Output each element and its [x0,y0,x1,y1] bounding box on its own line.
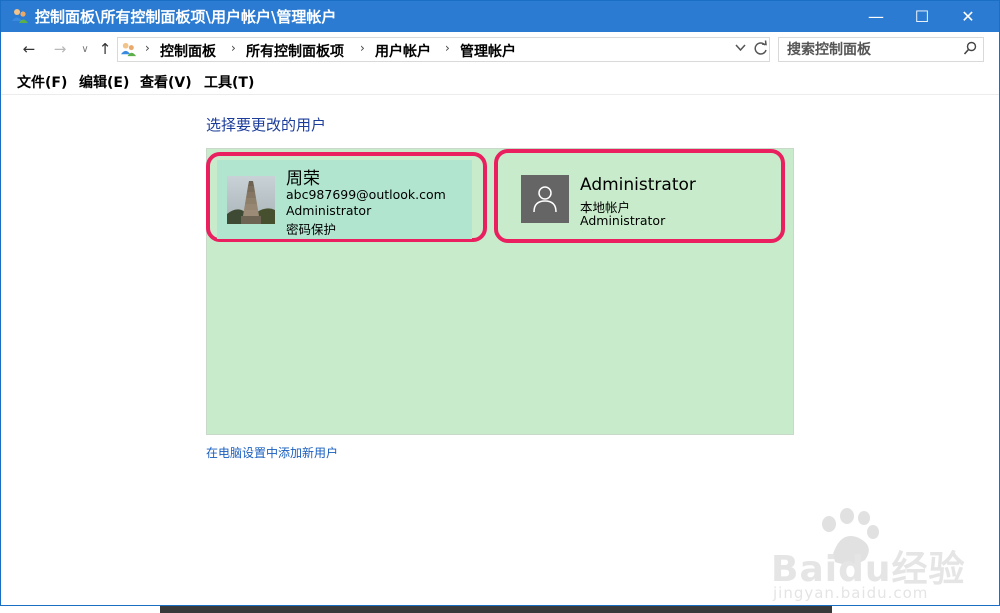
account-tile-zhourong[interactable]: 周荣 abc987699@outlook.com Administrator 密… [206,152,487,242]
account-password-status: 密码保护 [286,222,337,237]
menu-bar: 文件(F) 编辑(E) 查看(V) 工具(T) [1,67,999,95]
breadcrumb-item-manage-accounts[interactable]: 管理帐户 [460,41,516,61]
address-toolbar: ← → ∨ ↑ › 控制面板 › 所有控制面板项 › 用户帐户 › 管理帐户 [1,32,999,67]
back-button[interactable]: ← [19,39,39,59]
chevron-down-icon[interactable] [735,41,746,58]
maximize-button[interactable]: ☐ [899,1,945,32]
breadcrumb-separator: › [231,41,236,55]
address-bar[interactable]: › 控制面板 › 所有控制面板项 › 用户帐户 › 管理帐户 [117,37,770,62]
pagoda-photo [227,176,275,224]
control-panel-window: 控制面板\所有控制面板项\用户帐户\管理帐户 — ☐ ✕ ← → ∨ ↑ › 控… [0,0,1000,606]
breadcrumb-item-all-items[interactable]: 所有控制面板项 [246,41,344,61]
taskbar-fragment [160,606,832,613]
search-box[interactable] [778,37,984,62]
baidu-jingyan-watermark: Baidu经验 jingyan.baidu.com [771,506,991,606]
menu-view[interactable]: 查看(V) [140,72,192,92]
menu-file[interactable]: 文件(F) [17,72,67,92]
breadcrumb-separator: › [360,41,365,55]
breadcrumb-item-control-panel[interactable]: 控制面板 [160,41,216,61]
account-email: abc987699@outlook.com [286,187,446,202]
title-bar[interactable]: 控制面板\所有控制面板项\用户帐户\管理帐户 — ☐ ✕ [1,1,999,32]
menu-tools[interactable]: 工具(T) [204,72,254,92]
close-button[interactable]: ✕ [945,1,991,32]
window-title: 控制面板\所有控制面板项\用户帐户\管理帐户 [35,8,337,26]
breadcrumb-separator: › [145,41,150,55]
watermark-url: jingyan.baidu.com [773,584,929,602]
breadcrumb-separator: › [445,41,450,55]
search-icon[interactable] [963,41,977,57]
search-input[interactable] [779,38,967,61]
users-icon [11,7,29,25]
add-new-user-link[interactable]: 在电脑设置中添加新用户 [206,444,338,461]
account-name: Administrator [580,175,696,195]
breadcrumb-item-user-accounts[interactable]: 用户帐户 [375,41,431,61]
refresh-icon[interactable] [753,39,768,61]
account-type: Administrator [580,213,666,228]
control-panel-icon [120,41,137,58]
page-heading: 选择要更改的用户 [206,116,327,134]
default-user-icon [521,175,569,223]
up-button[interactable]: ↑ [95,39,115,59]
account-type: Administrator [286,203,372,218]
account-tile-administrator[interactable]: Administrator 本地帐户 Administrator [494,149,785,243]
account-name: 周荣 [286,169,320,189]
minimize-button[interactable]: — [853,1,899,32]
forward-button[interactable]: → [50,39,70,59]
recent-locations-button[interactable]: ∨ [75,39,95,59]
menu-edit[interactable]: 编辑(E) [79,72,129,92]
